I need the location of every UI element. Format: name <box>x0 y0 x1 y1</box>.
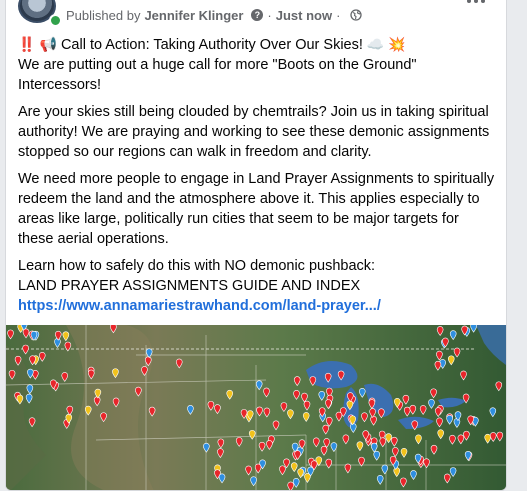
guide-link[interactable]: https://www.annamariestrawhand.com/land-… <box>18 296 498 316</box>
post-card: Published by Jennifer Klinger ? · Just n… <box>5 0 507 491</box>
post-paragraph-assignments: We need more people to engage in Land Pr… <box>18 171 495 247</box>
meta-separator: · <box>336 7 341 23</box>
guide-title-line: LAND PRAYER ASSIGNMENTS GUIDE AND INDEX <box>18 278 361 294</box>
more-options-icon[interactable] <box>467 0 489 7</box>
post-paragraph-chemtrails: Are your skies still being clouded by ch… <box>18 104 490 160</box>
post-paragraph-guide: Learn how to safely do this with NO demo… <box>18 256 498 316</box>
help-icon[interactable]: ? <box>251 9 264 21</box>
post-intro-line: We are putting out a huge call for more … <box>18 57 417 93</box>
megaphone-emoji: 📢 <box>39 36 57 52</box>
post-header-meta: Published by Jennifer Klinger ? · Just n… <box>66 7 363 23</box>
map-graphic <box>6 325 506 490</box>
globe-icon[interactable] <box>350 9 363 21</box>
post-title-paragraph: ‼️ 📢 Call to Action: Taking Authority Ov… <box>18 34 498 95</box>
meta-separator: · <box>267 7 272 23</box>
online-status-dot <box>49 14 62 27</box>
author-name-link[interactable]: Jennifer Klinger <box>144 8 243 23</box>
post-title-line: ‼️ 📢 Call to Action: Taking Authority Ov… <box>18 34 498 55</box>
burst-emoji: 💥 <box>388 36 406 52</box>
double-exclamation-emoji: ‼️ <box>18 36 36 52</box>
learn-line: Learn how to safely do this with NO demo… <box>18 258 376 274</box>
post-map-image[interactable] <box>6 325 506 490</box>
published-by-label: Published by <box>66 7 141 23</box>
post-body: ‼️ 📢 Call to Action: Taking Authority Ov… <box>18 34 498 323</box>
post-title: Call to Action: Taking Authority Over Ou… <box>60 37 363 53</box>
post-timestamp[interactable]: Just now <box>276 8 332 23</box>
cloud-emoji: ☁️ <box>366 36 385 52</box>
